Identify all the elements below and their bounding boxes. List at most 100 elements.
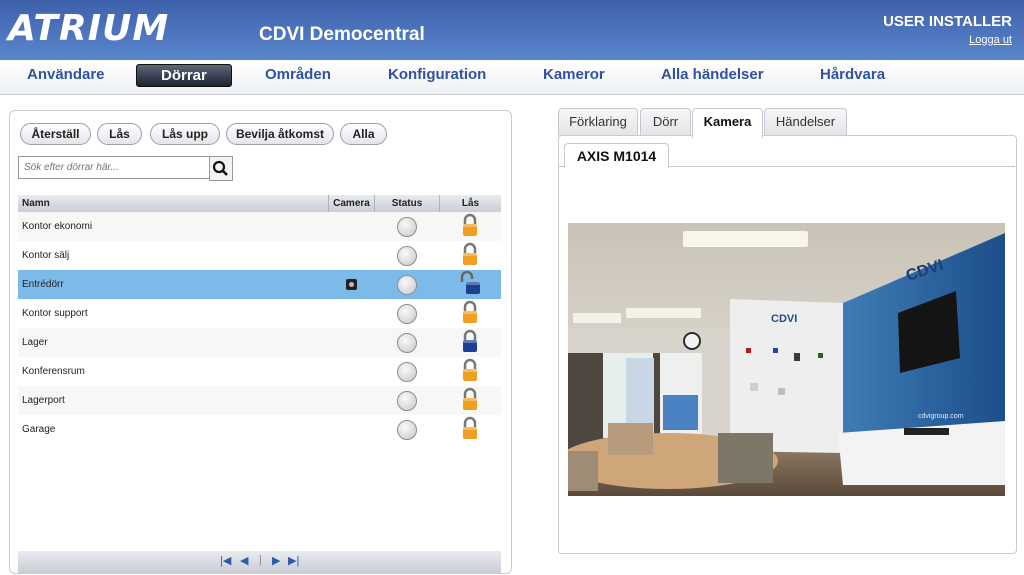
column-lock[interactable]: Lås — [439, 195, 501, 212]
search-field — [18, 156, 210, 179]
lock-cell — [439, 328, 501, 357]
nav-hardware[interactable]: Hårdvara — [820, 66, 885, 83]
status-indicator-icon — [397, 245, 417, 266]
next-page-icon[interactable]: ▶ — [272, 554, 280, 567]
unlock-button[interactable]: Lås upp — [150, 123, 220, 145]
first-page-icon[interactable]: |◀ — [220, 554, 231, 567]
lock-button[interactable]: Lås — [97, 123, 142, 145]
nav-doors[interactable]: Dörrar — [136, 64, 232, 87]
pager-divider: | — [259, 554, 262, 566]
logout-link[interactable]: Logga ut — [969, 34, 1012, 46]
nav-users[interactable]: Användare — [27, 66, 105, 83]
table-row[interactable]: Garage — [18, 415, 501, 444]
atrium-logo: ATRIUM — [8, 8, 170, 49]
camera-cell — [328, 212, 375, 241]
column-status[interactable]: Status — [374, 195, 440, 212]
prev-page-icon[interactable]: ◀ — [240, 554, 248, 567]
door-name: Kontor support — [22, 308, 88, 319]
nav-all-events[interactable]: Alla händelser — [661, 66, 764, 83]
lock-cell — [439, 212, 501, 241]
locked-padlock-icon[interactable] — [460, 329, 480, 353]
status-cell — [375, 299, 440, 328]
column-camera[interactable]: Camera — [328, 195, 375, 212]
camera-cell — [328, 386, 375, 415]
locked-padlock-icon[interactable] — [460, 387, 480, 411]
status-indicator-icon — [397, 274, 417, 295]
door-name: Konferensrum — [22, 366, 85, 377]
status-cell — [374, 270, 440, 299]
lock-cell — [439, 270, 501, 299]
camera-feed: CDVI CDVI cdvigroup.com — [568, 223, 1005, 496]
camera-cell — [329, 357, 375, 386]
camera-icon[interactable] — [346, 278, 357, 290]
status-indicator-icon — [397, 390, 417, 411]
camera-cell — [329, 241, 375, 270]
table-row[interactable]: Entrédörr — [18, 270, 501, 299]
status-cell — [375, 415, 440, 444]
status-cell — [375, 241, 440, 270]
camera-cell — [328, 270, 375, 299]
locked-padlock-icon[interactable] — [460, 213, 480, 237]
lock-cell — [440, 357, 502, 386]
lock-cell — [440, 299, 502, 328]
locked-padlock-icon[interactable] — [460, 416, 480, 440]
door-name: Entrédörr — [18, 270, 329, 299]
status-indicator-icon — [397, 419, 417, 440]
user-name: USER INSTALLER — [883, 13, 1012, 30]
wall-url-text: cdvigroup.com — [918, 413, 964, 420]
camera-cell — [328, 328, 375, 357]
status-indicator-icon — [397, 332, 417, 353]
status-indicator-icon — [397, 361, 417, 382]
door-name: Kontor sälj — [22, 250, 70, 261]
door-name: Lagerport — [18, 386, 329, 415]
locked-padlock-icon[interactable] — [460, 300, 480, 324]
tab-legend[interactable]: Förklaring — [558, 108, 638, 136]
table-row[interactable]: Lager — [18, 328, 501, 357]
search-input[interactable] — [19, 158, 204, 177]
status-indicator-icon — [397, 216, 417, 237]
unlocked-padlock-icon[interactable] — [460, 270, 481, 295]
camera-cell — [329, 415, 375, 444]
lock-cell — [440, 241, 502, 270]
reset-button[interactable]: Återställ — [20, 123, 91, 145]
last-page-icon[interactable]: ▶| — [288, 554, 299, 567]
site-title: CDVI Democentral — [259, 24, 425, 45]
status-cell — [374, 386, 440, 415]
locked-padlock-icon[interactable] — [460, 242, 480, 266]
all-button[interactable]: Alla — [340, 123, 387, 145]
table-row[interactable]: Kontor support — [18, 299, 501, 328]
wall-logo-text: CDVI — [771, 313, 797, 325]
tab-door[interactable]: Dörr — [640, 108, 691, 136]
table-pager: |◀ ◀ | ▶ ▶| — [18, 551, 501, 573]
nav-configuration[interactable]: Konfiguration — [388, 66, 486, 83]
door-name: Lager — [18, 328, 329, 357]
column-name[interactable]: Namn — [18, 195, 329, 212]
table-row[interactable]: Kontor ekonomi — [18, 212, 501, 241]
status-cell — [374, 328, 440, 357]
nav-cameras[interactable]: Kameror — [543, 66, 605, 83]
grant-access-button[interactable]: Bevilja åtkomst — [226, 123, 334, 145]
lock-cell — [439, 386, 501, 415]
search-button[interactable] — [209, 156, 233, 181]
door-name: Kontor ekonomi — [18, 212, 329, 241]
doors-table: Namn Camera Status Lås Kontor ekonomi Kon… — [18, 195, 501, 444]
main-nav: Användare Dörrar Områden Konfiguration K… — [0, 60, 1024, 95]
tab-camera[interactable]: Kamera — [692, 108, 763, 138]
lock-cell — [440, 415, 502, 444]
doors-panel: Återställ Lås Lås upp Bevilja åtkomst Al… — [9, 110, 512, 574]
locked-padlock-icon[interactable] — [460, 358, 480, 382]
status-indicator-icon — [397, 303, 417, 324]
app-header: ATRIUM CDVI Democentral USER INSTALLER L… — [0, 0, 1024, 60]
camera-feed-image: CDVI CDVI cdvigroup.com — [568, 223, 1005, 496]
camera-name-tab[interactable]: AXIS M1014 — [564, 143, 669, 168]
search-icon — [212, 160, 228, 176]
camera-cell — [329, 299, 375, 328]
door-name: Garage — [22, 424, 56, 435]
table-row[interactable]: Konferensrum — [18, 357, 501, 386]
status-cell — [375, 357, 440, 386]
table-row[interactable]: Kontor sälj — [18, 241, 501, 270]
tab-events[interactable]: Händelser — [764, 108, 847, 136]
status-cell — [374, 212, 440, 241]
nav-areas[interactable]: Områden — [265, 66, 331, 83]
table-row[interactable]: Lagerport — [18, 386, 501, 415]
